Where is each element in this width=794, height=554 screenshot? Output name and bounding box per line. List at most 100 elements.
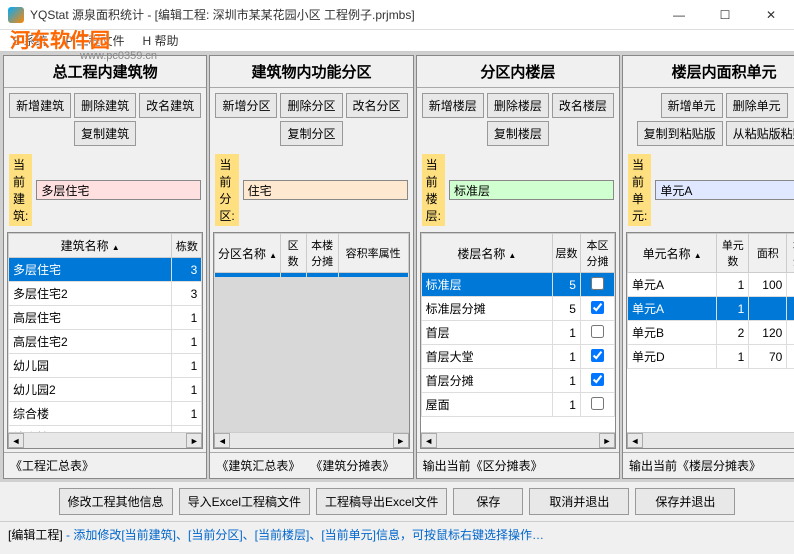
table-row[interactable]: 首层大堂1: [421, 345, 614, 369]
menubar: S 系统 P 工程文件 H 帮助: [0, 30, 794, 52]
import-excel-button[interactable]: 导入Excel工程稿文件: [179, 488, 310, 515]
zones-table[interactable]: 分区名称 ▲ 区数 本楼分摊 容积率属性 住宅1计入容…▾ ◄►: [213, 232, 409, 449]
table-row[interactable]: 屋面1: [421, 393, 614, 417]
bottom-toolbar: 修改工程其他信息 导入Excel工程稿文件 工程稿导出Excel文件 保存 取消…: [0, 482, 794, 521]
panel-zones-title: 建筑物内功能分区: [210, 56, 412, 88]
add-building-button[interactable]: 新增建筑: [9, 93, 71, 118]
table-row[interactable]: 单元A1: [627, 297, 794, 321]
checkbox[interactable]: [591, 373, 604, 386]
edit-project-info-button[interactable]: 修改工程其他信息: [59, 488, 173, 515]
panel-zones: 建筑物内功能分区 新增分区 删除分区 改名分区 复制分区 当前分区: 分区名称 …: [209, 55, 413, 479]
delete-floor-button[interactable]: 删除楼层: [487, 93, 549, 118]
footer-building-summary[interactable]: 《建筑汇总表》: [216, 459, 300, 473]
table-row[interactable]: 多层住宅3: [9, 258, 202, 282]
menu-project[interactable]: P 工程文件: [65, 32, 124, 49]
save-button[interactable]: 保存: [453, 488, 523, 515]
table-row[interactable]: 单元A1100: [627, 273, 794, 297]
current-unit-label: 当前单元:: [628, 154, 651, 226]
buildings-footer[interactable]: 《工程汇总表》: [4, 452, 206, 478]
col-building-count[interactable]: 栋数: [172, 234, 202, 258]
current-floor-label: 当前楼层:: [422, 154, 445, 226]
table-row[interactable]: 高层住宅1: [9, 306, 202, 330]
minimize-button[interactable]: —: [656, 0, 702, 30]
rename-building-button[interactable]: 改名建筑: [139, 93, 201, 118]
window-title: YQStat 源泉面积统计 - [编辑工程: 深圳市某某花园小区 工程例子.pr…: [30, 6, 415, 23]
add-floor-button[interactable]: 新增楼层: [422, 93, 484, 118]
table-row[interactable]: 幼儿园21: [9, 378, 202, 402]
units-table[interactable]: 单元名称 ▲ 单元数 面积 本层分摊 单元A1100单元A1单元B2120单元D…: [626, 232, 794, 449]
col-zone-share[interactable]: 本楼分摊: [306, 234, 338, 273]
col-floor-name[interactable]: 楼层名称 ▲: [421, 234, 552, 273]
zones-footer: 《建筑汇总表》 《建筑分摊表》: [210, 452, 412, 478]
delete-unit-button[interactable]: 删除单元: [726, 93, 788, 118]
cancel-exit-button[interactable]: 取消并退出: [529, 488, 629, 515]
copy-building-button[interactable]: 复制建筑: [74, 121, 136, 146]
table-row[interactable]: 标准层分摊5: [421, 297, 614, 321]
table-row[interactable]: 首层1: [421, 321, 614, 345]
copy-zone-button[interactable]: 复制分区: [280, 121, 342, 146]
current-zone-input[interactable]: [243, 180, 408, 200]
col-floor-count[interactable]: 层数: [552, 234, 580, 273]
checkbox[interactable]: [591, 301, 604, 314]
panel-units: 楼层内面积单元 新增单元 删除单元 复制到粘贴版 从粘贴版粘贴 当前单元: 单元…: [622, 55, 794, 479]
table-row[interactable]: 标准层5: [421, 273, 614, 297]
copy-clipboard-button[interactable]: 复制到粘贴版: [637, 121, 723, 146]
table-row[interactable]: 单元D170: [627, 345, 794, 369]
panel-buildings: 总工程内建筑物 新增建筑 删除建筑 改名建筑 复制建筑 当前建筑: 建筑名称 ▲…: [3, 55, 207, 479]
panel-floors: 分区内楼层 新增楼层 删除楼层 改名楼层 复制楼层 当前楼层: 楼层名称 ▲ 层…: [416, 55, 620, 479]
table-row[interactable]: 幼儿园1: [9, 354, 202, 378]
save-exit-button[interactable]: 保存并退出: [635, 488, 735, 515]
menu-help[interactable]: H 帮助: [142, 32, 178, 49]
rename-zone-button[interactable]: 改名分区: [346, 93, 408, 118]
footer-building-share[interactable]: 《建筑分摊表》: [310, 459, 394, 473]
scrollbar[interactable]: ◄►: [627, 432, 794, 448]
checkbox[interactable]: [591, 397, 604, 410]
table-row[interactable]: 高层住宅21: [9, 330, 202, 354]
titlebar: YQStat 源泉面积统计 - [编辑工程: 深圳市某某花园小区 工程例子.pr…: [0, 0, 794, 30]
floors-table[interactable]: 楼层名称 ▲ 层数 本区分摊 标准层5标准层分摊5首层1首层大堂1首层分摊1屋面…: [420, 232, 616, 449]
col-building-name[interactable]: 建筑名称 ▲: [9, 234, 172, 258]
delete-building-button[interactable]: 删除建筑: [74, 93, 136, 118]
units-footer[interactable]: 输出当前《楼层分摊表》: [623, 452, 794, 478]
delete-zone-button[interactable]: 删除分区: [280, 93, 342, 118]
rename-floor-button[interactable]: 改名楼层: [552, 93, 614, 118]
table-row[interactable]: 首层分摊1: [421, 369, 614, 393]
export-excel-button[interactable]: 工程稿导出Excel文件: [316, 488, 447, 515]
scrollbar[interactable]: ◄►: [214, 432, 408, 448]
col-unit-count[interactable]: 单元数: [717, 234, 749, 273]
col-floor-share[interactable]: 本区分摊: [580, 234, 614, 273]
col-unit-share[interactable]: 本层分摊: [787, 234, 794, 273]
checkbox[interactable]: [591, 277, 604, 290]
col-unit-name[interactable]: 单元名称 ▲: [627, 234, 716, 273]
checkbox[interactable]: [591, 349, 604, 362]
maximize-button[interactable]: ☐: [702, 0, 748, 30]
col-unit-area[interactable]: 面积: [749, 234, 787, 273]
table-row[interactable]: 多层住宅23: [9, 282, 202, 306]
table-row[interactable]: 综合楼1: [9, 402, 202, 426]
main-area: 总工程内建筑物 新增建筑 删除建筑 改名建筑 复制建筑 当前建筑: 建筑名称 ▲…: [0, 52, 794, 482]
checkbox[interactable]: [591, 325, 604, 338]
panel-buildings-title: 总工程内建筑物: [4, 56, 206, 88]
paste-clipboard-button[interactable]: 从粘贴版粘贴: [726, 121, 794, 146]
current-unit-input[interactable]: [655, 180, 794, 200]
add-zone-button[interactable]: 新增分区: [215, 93, 277, 118]
copy-floor-button[interactable]: 复制楼层: [487, 121, 549, 146]
table-row[interactable]: 单元B2120: [627, 321, 794, 345]
col-zone-name[interactable]: 分区名称 ▲: [215, 234, 280, 273]
floors-footer[interactable]: 输出当前《区分摊表》: [417, 452, 619, 478]
panel-units-title: 楼层内面积单元: [623, 56, 794, 88]
current-building-label: 当前建筑:: [9, 154, 32, 226]
col-zone-far[interactable]: 容积率属性: [338, 234, 408, 273]
current-floor-input[interactable]: [449, 180, 614, 200]
current-building-input[interactable]: [36, 180, 201, 200]
current-zone-label: 当前分区:: [215, 154, 238, 226]
add-unit-button[interactable]: 新增单元: [661, 93, 723, 118]
buildings-table[interactable]: 建筑名称 ▲ 栋数 多层住宅3多层住宅23高层住宅1高层住宅21幼儿园1幼儿园2…: [7, 232, 203, 449]
scrollbar[interactable]: ◄►: [421, 432, 615, 448]
statusbar: [编辑工程] - 添加修改[当前建筑]、[当前分区]、[当前楼层]、[当前单元]…: [0, 521, 794, 547]
status-label: [编辑工程]: [8, 528, 63, 542]
menu-system[interactable]: S 系统: [12, 32, 47, 49]
close-button[interactable]: ✕: [748, 0, 794, 30]
col-zone-count[interactable]: 区数: [280, 234, 306, 273]
scrollbar[interactable]: ◄►: [8, 432, 202, 448]
